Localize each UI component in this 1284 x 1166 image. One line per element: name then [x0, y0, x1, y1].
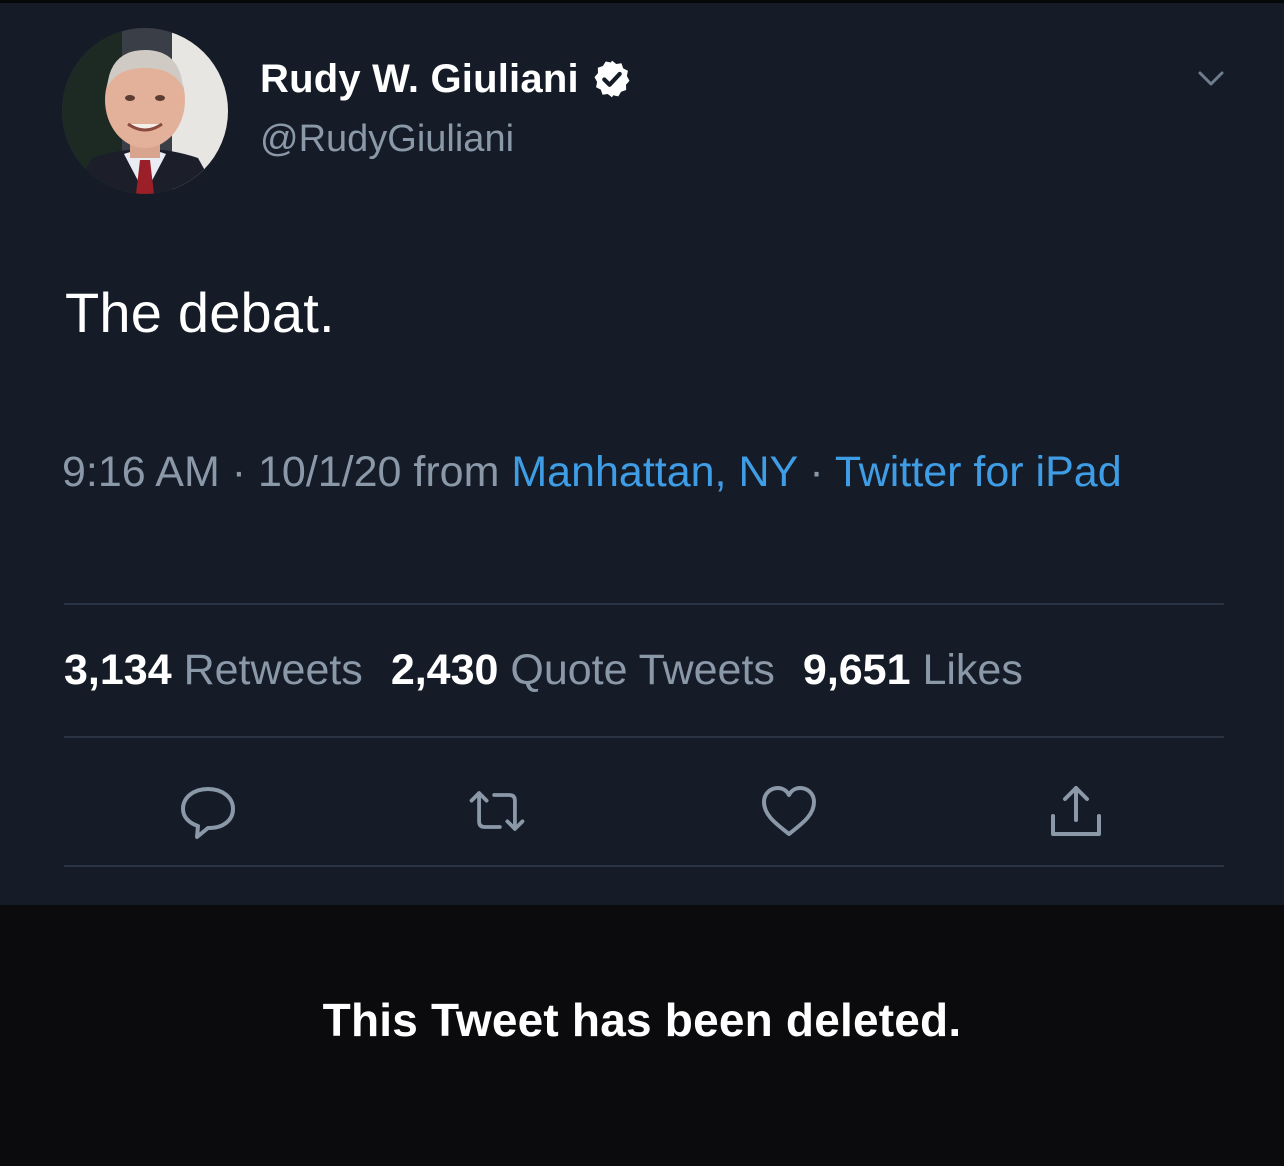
location-link[interactable]: Manhattan, NY: [511, 448, 797, 496]
chevron-down-icon[interactable]: [1194, 62, 1228, 96]
quotes-stat[interactable]: 2,430 Quote Tweets: [391, 646, 775, 694]
tweet-text: The debat.: [65, 281, 335, 344]
quotes-label: Quote Tweets: [510, 646, 775, 694]
deleted-notice-text: This Tweet has been deleted.: [322, 994, 962, 1046]
meta-from: from: [401, 448, 512, 496]
tweet-date[interactable]: 10/1/20: [258, 448, 401, 496]
display-name[interactable]: Rudy W. Giuliani: [260, 57, 579, 102]
like-button[interactable]: [756, 778, 822, 844]
divider: [64, 736, 1224, 738]
top-border: [0, 0, 1284, 3]
divider: [64, 865, 1224, 867]
avatar[interactable]: [62, 28, 228, 194]
likes-label: Likes: [922, 646, 1023, 694]
likes-stat[interactable]: 9,651 Likes: [803, 646, 1023, 694]
tweet-meta: 9:16 AM · 10/1/20 from Manhattan, NY · T…: [62, 440, 1222, 504]
tweet-time[interactable]: 9:16 AM: [62, 448, 220, 496]
divider: [64, 603, 1224, 605]
retweet-button[interactable]: [464, 778, 530, 844]
heart-icon: [762, 786, 816, 836]
tweet-stats: 3,134 Retweets 2,430 Quote Tweets 9,651 Li…: [64, 646, 1023, 695]
likes-count: 9,651: [802, 646, 911, 694]
avatar-image: [62, 28, 228, 194]
retweets-count: 3,134: [64, 646, 172, 694]
source-link[interactable]: Twitter for iPad: [835, 448, 1122, 496]
share-icon: [1051, 786, 1101, 836]
retweets-stat[interactable]: 3,134 Retweets: [64, 646, 363, 694]
quotes-count: 2,430: [390, 646, 499, 694]
meta-separator: ·: [797, 448, 835, 496]
reply-icon: [181, 787, 235, 839]
user-handle[interactable]: @RudyGiuliani: [260, 118, 514, 161]
name-row: Rudy W. Giuliani: [260, 54, 633, 104]
reply-button[interactable]: [175, 778, 241, 844]
verified-badge-icon: [591, 58, 633, 100]
meta-separator: ·: [219, 448, 258, 496]
share-button[interactable]: [1043, 778, 1109, 844]
retweet-icon: [469, 791, 525, 831]
action-bar: [0, 778, 1284, 848]
retweets-label: Retweets: [183, 646, 363, 694]
tweet-card: Rudy W. Giuliani @RudyGiuliani The debat…: [0, 0, 1284, 905]
